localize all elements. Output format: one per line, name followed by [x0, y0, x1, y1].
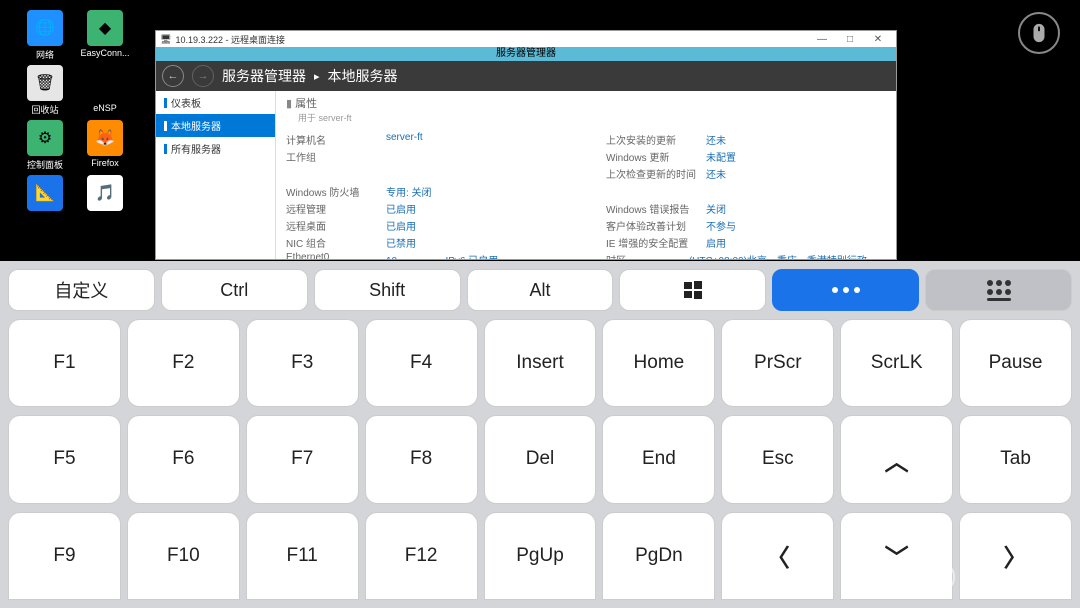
nav-fwd-icon[interactable]: → [192, 65, 214, 87]
property-row: Ethernet010.…………, IPv6 已启用 [286, 252, 566, 260]
key-custom[interactable]: 自定义 [8, 269, 155, 311]
key-arrow-down[interactable]: ﹀ [840, 512, 953, 600]
key-pgdn[interactable]: PgDn [602, 512, 715, 600]
key-pause[interactable]: Pause [959, 319, 1072, 407]
desktop-icon[interactable]: 🌐网络 [20, 10, 70, 61]
property-row: Windows 更新未配置 [606, 149, 886, 164]
desktop-icon-grid: 🌐网络◆EasyConn...🗑回收站◉eNSP⚙控制面板🦊Firefox 📐 🎵 [20, 10, 130, 213]
desktop-icon[interactable]: 🦊Firefox [80, 120, 130, 171]
property-row: 上次检查更新的时间还未 [606, 166, 886, 181]
virtual-keyboard: 自定义 Ctrl Shift Alt F1F2F3F4InsertHomePrS… [0, 261, 1080, 608]
modifier-row: 自定义 Ctrl Shift Alt [8, 269, 1072, 311]
key-arrow-right[interactable]: 〉 [959, 512, 1072, 600]
property-row: 远程管理已启用 [286, 201, 566, 216]
section-title: 属性 [295, 98, 317, 110]
breadcrumb-bar: ← → 服务器管理器 ▸ 本地服务器 [156, 61, 896, 91]
section-subtitle: 用于 server-ft [298, 113, 352, 123]
server-properties-pane: ▮ 属性 用于 server-ft 计算机名server-ft工作组Window… [276, 91, 896, 259]
key-f8[interactable]: F8 [365, 415, 478, 503]
key-f5[interactable]: F5 [8, 415, 121, 503]
key-f12[interactable]: F12 [365, 512, 478, 600]
key-f7[interactable]: F7 [246, 415, 359, 503]
breadcrumb-current: 本地服务器 [328, 66, 398, 86]
rdp-title-text: 10.19.3.222 - 远程桌面连接 [175, 33, 285, 46]
key-f4[interactable]: F4 [365, 319, 478, 407]
key-arrow-up[interactable]: ︿ [840, 415, 953, 503]
property-row: 远程桌面已启用 [286, 218, 566, 233]
keyboard-icon [987, 280, 1011, 301]
key-prscr[interactable]: PrScr [721, 319, 834, 407]
desktop-icon[interactable]: ⚙控制面板 [20, 120, 70, 171]
key-scrlk[interactable]: ScrLK [840, 319, 953, 407]
key-f3[interactable]: F3 [246, 319, 359, 407]
rdp-titlebar[interactable]: 🖥 10.19.3.222 - 远程桌面连接 — □ ✕ [156, 31, 896, 47]
key-pgup[interactable]: PgUp [484, 512, 597, 600]
key-f6[interactable]: F6 [127, 415, 240, 503]
key-esc[interactable]: Esc [721, 415, 834, 503]
nav-back-icon[interactable]: ← [162, 65, 184, 87]
mouse-icon [1028, 22, 1050, 44]
property-row: IE 增强的安全配置启用 [606, 235, 886, 250]
props-left: 计算机名server-ft 工作组 Windows 防火墙专用: 关闭远程管理已启用… [286, 132, 566, 260]
windows-icon [683, 280, 703, 300]
desktop-icon[interactable]: ◆EasyConn... [80, 10, 130, 61]
key-arrow-left[interactable]: 〈 [721, 512, 834, 600]
desktop-icon[interactable]: 🎵 [80, 175, 130, 213]
property-row: 客户体验改善计划不参与 [606, 218, 886, 233]
key-home[interactable]: Home [602, 319, 715, 407]
property-row: 上次安装的更新还未 [606, 132, 886, 147]
key-hide-keyboard[interactable] [925, 269, 1072, 311]
key-f10[interactable]: F10 [127, 512, 240, 600]
key-f2[interactable]: F2 [127, 319, 240, 407]
maximize-button[interactable]: □ [836, 34, 864, 45]
breadcrumb-root[interactable]: 服务器管理器 [222, 66, 306, 86]
key-shift[interactable]: Shift [314, 269, 461, 311]
property-row: NIC 组合已禁用 [286, 235, 566, 250]
desktop-icon[interactable]: 📐 [20, 175, 70, 213]
property-row: Windows 防火墙专用: 关闭 [286, 184, 566, 199]
props-right: 上次安装的更新还未 Windows 更新未配置上次检查更新的时间还未 Windows… [606, 132, 886, 260]
key-end[interactable]: End [602, 415, 715, 503]
key-insert[interactable]: Insert [484, 319, 597, 407]
key-del[interactable]: Del [484, 415, 597, 503]
server-manager-header: 服务器管理器 [156, 47, 896, 61]
close-button[interactable]: ✕ [864, 34, 892, 45]
mouse-mode-button[interactable] [1018, 12, 1060, 54]
property-row: 计算机名server-ft [286, 132, 566, 147]
desktop-icon[interactable]: ◉eNSP [80, 65, 130, 116]
key-f1[interactable]: F1 [8, 319, 121, 407]
key-win[interactable] [619, 269, 766, 311]
minimize-button[interactable]: — [808, 34, 836, 45]
rdp-window: 🖥 10.19.3.222 - 远程桌面连接 — □ ✕ 服务器管理器 ← → … [155, 30, 897, 260]
property-row: 时区(UTC+08:00)北京，重庆，香港特别行政区，乌鲁木齐 [606, 252, 886, 260]
key-tab[interactable]: Tab [959, 415, 1072, 503]
property-row: Windows 错误报告关闭 [606, 201, 886, 216]
sidenav-dashboard[interactable]: 仪表板 [156, 91, 275, 114]
key-ctrl[interactable]: Ctrl [161, 269, 308, 311]
server-sidenav: 仪表板 本地服务器 所有服务器 [156, 91, 276, 259]
sidenav-local-server[interactable]: 本地服务器 [156, 114, 275, 137]
sidenav-all-servers[interactable]: 所有服务器 [156, 137, 275, 160]
key-more[interactable] [772, 269, 919, 311]
more-icon [832, 287, 860, 293]
desktop-icon[interactable]: 🗑回收站 [20, 65, 70, 116]
remote-desktop-area: 🌐网络◆EasyConn...🗑回收站◉eNSP⚙控制面板🦊Firefox📐🎵 … [0, 0, 1080, 261]
key-f11[interactable]: F11 [246, 512, 359, 600]
key-alt[interactable]: Alt [467, 269, 614, 311]
property-row: 工作组 [286, 149, 566, 164]
key-f9[interactable]: F9 [8, 512, 121, 600]
